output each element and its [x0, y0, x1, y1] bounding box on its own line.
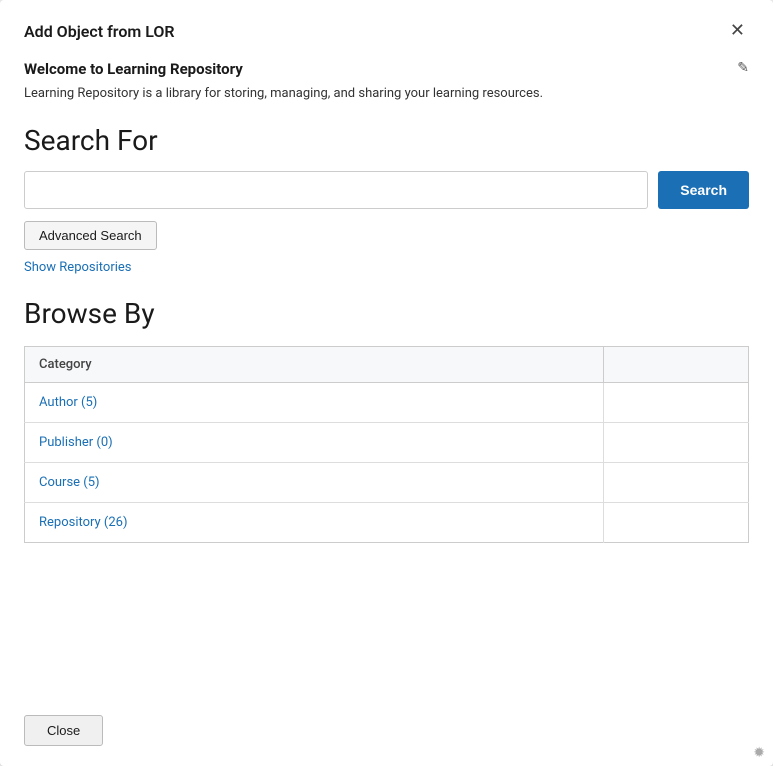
category-link-publisher[interactable]: Publisher: [39, 435, 93, 450]
modal-title: Add Object from LOR: [24, 22, 175, 41]
category-link-author[interactable]: Author: [39, 395, 78, 410]
category-count-publisher: (0): [93, 435, 113, 450]
search-button[interactable]: Search: [658, 171, 749, 209]
edit-icon[interactable]: ✎: [737, 60, 749, 76]
welcome-description: Learning Repository is a library for sto…: [24, 84, 749, 104]
table-row: Publisher (0): [25, 422, 749, 462]
modal-container: Add Object from LOR ✕ Welcome to Learnin…: [0, 0, 773, 766]
category-extra-cell: [604, 502, 749, 542]
search-row: Search: [24, 171, 749, 209]
table-row: Author (5): [25, 382, 749, 422]
welcome-title: Welcome to Learning Repository: [24, 60, 749, 78]
browse-table: Category Author (5)Publisher (0)Course (…: [24, 346, 749, 543]
category-link-repository[interactable]: Repository: [39, 515, 101, 530]
category-count-repository: (26): [101, 515, 128, 530]
category-cell: Author (5): [25, 382, 604, 422]
close-button[interactable]: Close: [24, 715, 103, 746]
show-repositories-link[interactable]: Show Repositories: [24, 260, 749, 275]
category-link-course[interactable]: Course: [39, 475, 80, 490]
col-category-header: Category: [25, 346, 604, 382]
search-input[interactable]: [24, 171, 648, 209]
category-extra-cell: [604, 382, 749, 422]
advanced-search-button[interactable]: Advanced Search: [24, 221, 157, 250]
resize-handle: ✹: [753, 746, 765, 760]
advanced-search-container: Advanced Search: [24, 221, 749, 260]
category-cell: Repository (26): [25, 502, 604, 542]
category-extra-cell: [604, 422, 749, 462]
col-extra-header: [604, 346, 749, 382]
search-for-heading: Search For: [24, 124, 749, 157]
table-row: Course (5): [25, 462, 749, 502]
category-cell: Publisher (0): [25, 422, 604, 462]
category-extra-cell: [604, 462, 749, 502]
category-cell: Course (5): [25, 462, 604, 502]
category-count-author: (5): [78, 395, 98, 410]
welcome-section: Welcome to Learning Repository Learning …: [24, 60, 749, 104]
table-header-row: Category: [25, 346, 749, 382]
category-count-course: (5): [80, 475, 100, 490]
table-row: Repository (26): [25, 502, 749, 542]
close-icon[interactable]: ✕: [726, 20, 749, 42]
modal-footer: Close: [24, 705, 749, 746]
browse-by-heading: Browse By: [24, 297, 749, 330]
modal-header: Add Object from LOR ✕: [24, 20, 749, 42]
